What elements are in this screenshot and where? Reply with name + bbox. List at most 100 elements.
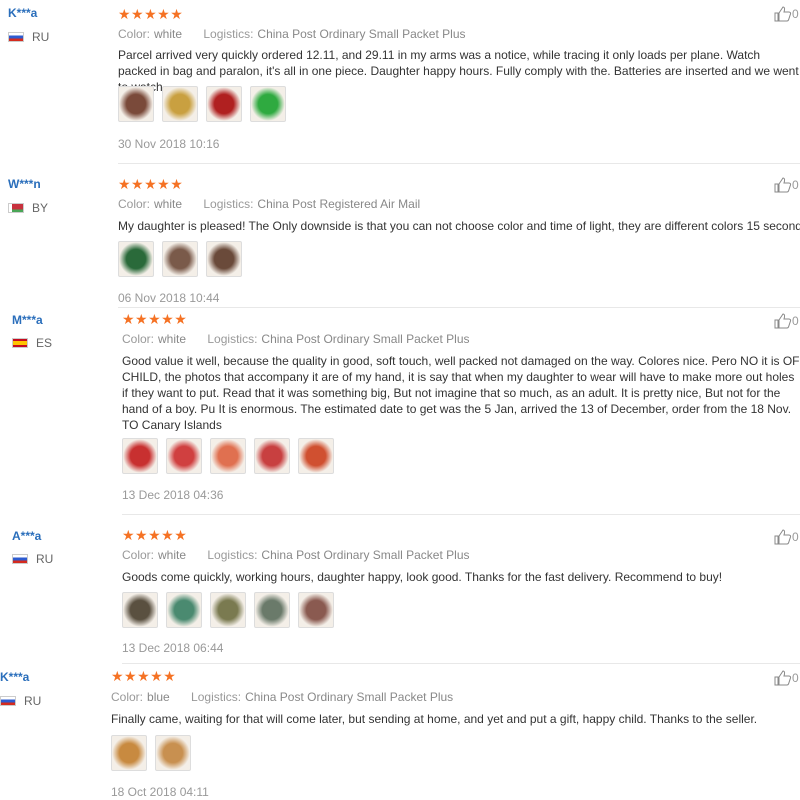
- buyer-name[interactable]: W***n: [8, 177, 41, 191]
- star-rating: ★★★★★: [122, 311, 188, 327]
- logistics-label: Logistics:: [203, 27, 254, 41]
- color-label: Color:: [118, 27, 151, 41]
- country-code: RU: [24, 694, 42, 708]
- review-attributes: Color: white Logistics: China Post Ordinar…: [122, 332, 488, 346]
- review-photos: [118, 241, 242, 277]
- buyer-name[interactable]: M***a: [12, 313, 43, 327]
- review-photo-thumbnail[interactable]: [206, 241, 242, 277]
- review-photo-thumbnail[interactable]: [254, 438, 290, 474]
- logistics-value: China Post Ordinary Small Packet Plus: [245, 690, 454, 704]
- review-photos: [111, 735, 191, 771]
- review-text: My daughter is pleased! The Only downsid…: [118, 219, 800, 233]
- review-divider: [118, 163, 800, 164]
- review-divider: [122, 663, 800, 664]
- review-photo-thumbnail[interactable]: [166, 438, 202, 474]
- review-photo-thumbnail[interactable]: [155, 735, 191, 771]
- flag-icon: [12, 554, 28, 564]
- review-attributes: Color: white Logistics: China Post Ordinar…: [118, 27, 484, 41]
- color-value: white: [158, 548, 187, 562]
- buyer-name[interactable]: A***a: [12, 529, 41, 543]
- review-photo-thumbnail[interactable]: [162, 241, 198, 277]
- star-rating: ★★★★★: [118, 6, 184, 22]
- color-value: white: [154, 27, 183, 41]
- logistics-value: China Post Ordinary Small Packet Plus: [257, 27, 466, 41]
- buyer-country: RU: [12, 552, 53, 566]
- helpful-button[interactable]: 0: [774, 670, 799, 686]
- review-photo-thumbnail[interactable]: [210, 592, 246, 628]
- helpful-button[interactable]: 0: [774, 177, 799, 193]
- helpful-count: 0: [792, 178, 799, 192]
- review-attributes: Color: blue Logistics: China Post Ordinary…: [111, 690, 471, 704]
- color-value: white: [158, 332, 187, 346]
- review-photo-thumbnail[interactable]: [118, 86, 154, 122]
- review-photo-thumbnail[interactable]: [254, 592, 290, 628]
- review-photo-thumbnail[interactable]: [210, 438, 246, 474]
- logistics-label: Logistics:: [207, 332, 258, 346]
- review-date: 06 Nov 2018 10:44: [118, 291, 220, 305]
- country-code: RU: [32, 30, 50, 44]
- review-text: Good value it well, because the quality …: [122, 354, 800, 431]
- buyer-name[interactable]: K***a: [0, 670, 29, 684]
- logistics-value: China Post Ordinary Small Packet Plus: [261, 332, 470, 346]
- review-date: 18 Oct 2018 04:11: [111, 785, 209, 799]
- buyer-country: ES: [12, 336, 52, 350]
- buyer-country: RU: [0, 694, 41, 708]
- flag-icon: [8, 32, 24, 42]
- star-rating: ★★★★★: [122, 527, 188, 543]
- logistics-value: China Post Ordinary Small Packet Plus: [261, 548, 470, 562]
- review-divider: [118, 307, 800, 308]
- color-label: Color:: [122, 332, 155, 346]
- helpful-count: 0: [792, 530, 799, 544]
- review-date: 13 Dec 2018 04:36: [122, 488, 224, 502]
- flag-icon: [8, 203, 24, 213]
- logistics-label: Logistics:: [207, 548, 258, 562]
- country-code: RU: [36, 552, 54, 566]
- helpful-count: 0: [792, 671, 799, 685]
- color-value: white: [154, 197, 183, 211]
- color-label: Color:: [122, 548, 155, 562]
- review-photo-thumbnail[interactable]: [298, 438, 334, 474]
- flag-icon: [12, 338, 28, 348]
- thumbs-up-icon: [774, 529, 792, 545]
- helpful-button[interactable]: 0: [774, 313, 799, 329]
- review-photo-thumbnail[interactable]: [250, 86, 286, 122]
- review-photos: [122, 438, 334, 474]
- review-attributes: Color: white Logistics: China Post Registe…: [118, 197, 438, 211]
- color-value: blue: [147, 690, 170, 704]
- country-code: ES: [36, 336, 53, 350]
- buyer-country: RU: [8, 30, 49, 44]
- review-photo-thumbnail[interactable]: [122, 592, 158, 628]
- helpful-count: 0: [792, 7, 799, 21]
- thumbs-up-icon: [774, 670, 792, 686]
- review-attributes: Color: white Logistics: China Post Ordinar…: [122, 548, 488, 562]
- star-rating: ★★★★★: [111, 668, 177, 684]
- review-date: 13 Dec 2018 06:44: [122, 641, 224, 655]
- review-photo-thumbnail[interactable]: [206, 86, 242, 122]
- thumbs-up-icon: [774, 6, 792, 22]
- review-date: 30 Nov 2018 10:16: [118, 137, 220, 151]
- helpful-count: 0: [792, 314, 799, 328]
- review-text: Goods come quickly, working hours, daugh…: [122, 570, 723, 584]
- star-rating: ★★★★★: [118, 176, 184, 192]
- review-divider: [122, 514, 800, 515]
- color-label: Color:: [111, 690, 144, 704]
- thumbs-up-icon: [774, 177, 792, 193]
- helpful-button[interactable]: 0: [774, 6, 799, 22]
- review-text: Finally came, waiting for that will come…: [111, 712, 758, 726]
- review-photo-thumbnail[interactable]: [298, 592, 334, 628]
- review-photo-thumbnail[interactable]: [166, 592, 202, 628]
- review-photo-thumbnail[interactable]: [111, 735, 147, 771]
- logistics-label: Logistics:: [203, 197, 254, 211]
- review-photos: [118, 86, 286, 122]
- color-label: Color:: [118, 197, 151, 211]
- review-photo-thumbnail[interactable]: [118, 241, 154, 277]
- logistics-label: Logistics:: [191, 690, 242, 704]
- country-code: BY: [32, 201, 49, 215]
- thumbs-up-icon: [774, 313, 792, 329]
- helpful-button[interactable]: 0: [774, 529, 799, 545]
- review-photo-thumbnail[interactable]: [122, 438, 158, 474]
- buyer-country: BY: [8, 201, 48, 215]
- buyer-name[interactable]: K***a: [8, 6, 37, 20]
- flag-icon: [0, 696, 16, 706]
- review-photo-thumbnail[interactable]: [162, 86, 198, 122]
